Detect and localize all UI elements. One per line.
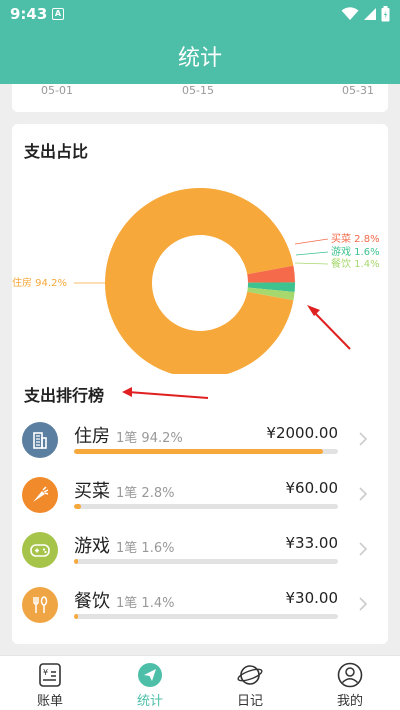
signal-icon [364,8,376,20]
chevron-right-icon [359,542,368,556]
planet-icon [237,665,263,685]
donut-leader-line [294,262,329,265]
ranking-item-meta: 1笔 94.2% [116,427,183,446]
carrot-icon [22,477,58,513]
ranking-progress-fill [74,449,323,454]
ranking-item-meta: 1笔 2.8% [116,482,174,501]
ranking-item-name: 住房 [74,426,110,447]
donut-leader-line [295,251,329,256]
expense-card: 支出占比 住房 94.2% 买菜 2.8% 游戏 1.6% 餐饮 1.4% 支出… [12,124,388,644]
ranking-item-name: 买菜 [74,481,110,502]
battery-icon [381,6,390,22]
trend-chart-card: 05-01 05-15 05-31 [12,84,388,112]
trend-date-label: 05-31 [342,84,374,97]
nav-item-profile[interactable]: 我的 [300,656,400,710]
ranking-item-percent: 94.2% [141,431,183,446]
ranking-item-games[interactable]: 游戏 1笔 1.6% ¥33.00 [12,532,388,586]
gamepad-icon [22,532,58,568]
ranking-progress-track [74,449,338,454]
donut-label-housing: 住房 94.2% [12,276,67,289]
wifi-icon [341,7,359,20]
ranking-item-amount: ¥2000.00 [266,424,338,442]
ranking-item-percent: 2.8% [141,486,175,501]
status-bar: 9:43 A [0,0,400,28]
donut-label-dining: 餐饮 1.4% [331,257,380,270]
ranking-item-amount: ¥60.00 [285,479,339,497]
donut-leader-line [294,238,329,245]
ranking-progress-track [74,504,338,509]
chevron-right-icon [359,432,368,446]
ranking-item-count: 1笔 [116,541,138,556]
send-icon [138,663,162,687]
status-time: 9:43 [10,5,48,23]
ranking-item-meta: 1笔 1.4% [116,592,174,611]
donut-label-games: 游戏 1.6% [331,245,380,258]
ranking-item-amount: ¥30.00 [285,589,339,607]
app-header: 9:43 A 统计 [0,0,400,84]
ranking-item-amount: ¥33.00 [285,534,339,552]
ranking-progress-fill [74,614,78,619]
page-title: 统计 [177,46,222,71]
building-icon [22,422,58,458]
ranking-title: 支出排行榜 [24,386,105,405]
nav-label: 统计 [136,694,163,709]
ranking-item-name: 餐饮 [74,591,110,612]
user-icon [337,662,363,688]
ranking-item-percent: 1.4% [141,596,175,611]
chevron-right-icon [359,487,368,501]
ranking-progress-fill [74,559,79,564]
nav-label: 我的 [336,694,363,709]
ranking-item-meta: 1笔 1.6% [116,537,174,556]
bottom-nav: ¥ 账单 统计 日记 我的 [0,655,400,710]
ranking-item-count: 1笔 [116,486,138,501]
trend-date-label: 05-01 [41,84,73,97]
ranking-item-groceries[interactable]: 买菜 1笔 2.8% ¥60.00 [12,477,388,531]
ranking-progress-fill [74,504,82,509]
ranking-item-count: 1笔 [116,431,138,446]
nav-label: 账单 [36,694,63,709]
ranking-item-name: 游戏 [74,536,110,557]
bill-icon: ¥ [39,663,61,687]
chevron-right-icon [359,597,368,611]
nav-item-diary[interactable]: 日记 [200,656,300,710]
status-icons [341,6,390,22]
annotation-arrow [307,305,351,350]
ranking-item-dining[interactable]: 餐饮 1笔 1.4% ¥30.00 [12,587,388,641]
ranking-item-housing[interactable]: 住房 1笔 94.2% ¥2000.00 [12,422,388,476]
donut-label-groceries: 买菜 2.8% [331,233,380,245]
ranking-item-count: 1笔 [116,596,138,611]
utensils-icon [22,587,58,623]
nav-item-stats[interactable]: 统计 [100,656,200,710]
nav-item-bills[interactable]: ¥ 账单 [0,656,100,710]
ranking-progress-track [74,614,338,619]
trend-date-label: 05-15 [182,84,214,97]
nav-label: 日记 [236,694,263,709]
ranking-progress-track [74,559,338,564]
annotation-arrow [122,387,209,399]
notification-icon: A [52,8,64,20]
expense-donut-chart: 住房 94.2% 买菜 2.8% 游戏 1.6% 餐饮 1.4% [12,188,380,374]
ranking-item-percent: 1.6% [141,541,175,556]
svg-text:¥: ¥ [43,668,48,677]
